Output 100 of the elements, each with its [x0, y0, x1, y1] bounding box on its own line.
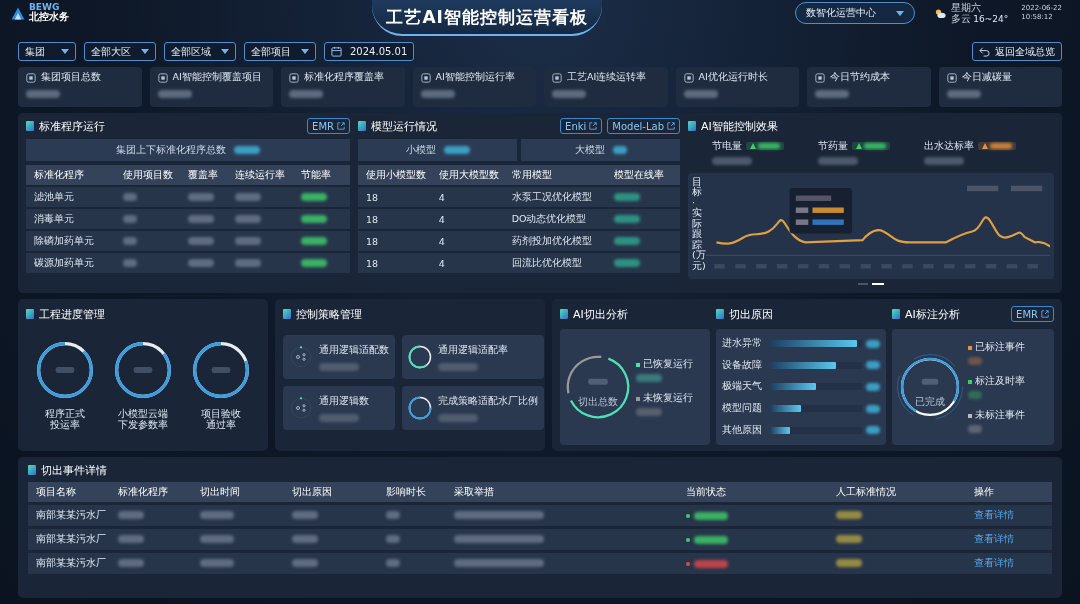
kpi-icon: [420, 72, 431, 83]
gauge-label: 程序正式: [45, 408, 85, 420]
kpi-label: AI优化运行时长: [698, 71, 768, 84]
column-header: 覆盖率: [188, 168, 219, 182]
back-button[interactable]: 返回全域总览: [972, 42, 1062, 61]
table-cell-text: 18: [366, 213, 380, 225]
section-title: 标准程序运行: [39, 118, 105, 134]
donut-label: 切出总数: [577, 395, 619, 410]
blurred-value: [420, 90, 455, 98]
emr-link[interactable]: EMR: [1011, 306, 1054, 322]
legend-item: [966, 185, 998, 192]
blurred-value: [300, 214, 327, 223]
section-icon: [688, 121, 696, 131]
blurred-value: [122, 236, 137, 245]
gauge-label: 项目验收: [201, 408, 241, 420]
blurred-value: [866, 426, 880, 435]
external-link[interactable]: Enki: [560, 118, 603, 134]
blurred-value: [438, 413, 478, 422]
kpi-icon: [683, 72, 694, 83]
external-link[interactable]: Model-Lab: [607, 118, 680, 134]
progress-ring: [896, 353, 964, 421]
column-header: 使用项目数: [122, 168, 174, 182]
blurred-value: [694, 559, 728, 568]
table-cell-text: 4: [438, 235, 446, 247]
kpi-icon: [289, 72, 299, 83]
donut-label: 已完成: [914, 395, 946, 410]
blurred-value: [613, 258, 640, 267]
table-cell-text: 南部某某污水厂: [36, 533, 107, 546]
calendar-icon: [331, 46, 342, 57]
blurred-value: [188, 214, 214, 223]
column-header: 使用小模型数: [366, 168, 427, 182]
legend-label: 已标注事件: [975, 341, 1025, 354]
table-cell-text: DO动态优化模型: [511, 212, 588, 226]
blurred-value: [924, 157, 964, 165]
filter-dropdown[interactable]: 全部区域: [164, 42, 236, 61]
page-indicator[interactable]: [872, 283, 884, 285]
blurred-value: [866, 404, 880, 413]
blurred-value: [968, 357, 982, 365]
section-title: 切出原因: [729, 306, 773, 322]
external-link-icon: [667, 122, 675, 130]
section-title: 切出事件详情: [41, 462, 107, 478]
details-link[interactable]: 查看详情: [974, 533, 1044, 546]
stat-label: 通用逻辑适配率: [438, 343, 508, 357]
date-picker[interactable]: 2024.05.01: [324, 42, 415, 61]
section-icon: [892, 309, 900, 319]
axis-label: 目标·实际跟踪(万元): [691, 177, 706, 273]
table-cell-text: 18: [366, 235, 380, 247]
page-indicator[interactable]: [858, 283, 868, 285]
legend-item: [1010, 185, 1042, 192]
kpi-label: AI智能控制运行率: [435, 71, 515, 84]
blurred-value: [188, 236, 214, 245]
details-link[interactable]: 查看详情: [974, 557, 1044, 570]
kpi-label: 工艺AI连续运转率: [567, 71, 647, 84]
donut-chart: [564, 353, 632, 421]
blurred-value: [289, 90, 323, 98]
blurred-value: [386, 535, 400, 543]
emr-link[interactable]: EMR: [307, 118, 350, 134]
column-header: 节能率: [300, 168, 332, 182]
table-cell-text: 回流比优化模型: [511, 256, 583, 270]
legend-label: 已恢复运行: [643, 358, 693, 371]
metric-label: 出水达标率: [924, 139, 974, 153]
column-header: 当前状态: [686, 485, 727, 499]
filter-dropdown[interactable]: 全部大区: [84, 42, 156, 61]
details-link[interactable]: 查看详情: [974, 509, 1044, 522]
gauge-label: 小模型云端: [118, 408, 168, 420]
table-cell-text: 4: [438, 191, 446, 203]
section-title: AI智能控制效果: [701, 118, 778, 134]
blurred-value: [319, 413, 359, 422]
blurred-value: [234, 146, 260, 154]
blurred-value: [613, 214, 640, 223]
kpi-icon: [815, 72, 825, 83]
bar-label: 设备故障: [722, 358, 763, 372]
return-icon: [979, 46, 990, 57]
bar-label: 极端天气: [722, 380, 763, 394]
blurred-value: [636, 408, 662, 416]
table-cell-text: 南部某某污水厂: [36, 509, 107, 522]
blurred-value: [235, 236, 262, 245]
section-title: 控制策略管理: [296, 306, 362, 322]
blurred-value: [26, 90, 60, 98]
caret-icon: [301, 49, 309, 54]
blurred-value: [292, 535, 318, 543]
center-dropdown[interactable]: 数智化运营中心: [795, 2, 916, 25]
metric-label: 节电量: [712, 139, 742, 153]
caret-icon: [141, 49, 149, 54]
filter-dropdown[interactable]: 集团: [18, 42, 76, 61]
chart-tooltip: [789, 187, 852, 234]
blurred-value: [613, 192, 640, 201]
weekday: 星期六: [951, 2, 983, 13]
blurred-value: [552, 90, 586, 98]
section-icon: [28, 465, 36, 475]
blurred-value: [836, 559, 862, 567]
company-logo: BEWG 北控水务: [10, 3, 69, 22]
blurred-value: [712, 157, 752, 165]
column-header: 项目名称: [36, 485, 77, 499]
section-icon: [560, 309, 568, 319]
blurred-value: [188, 258, 214, 267]
column-header: 切出时间: [200, 485, 241, 499]
filter-dropdown[interactable]: 全部项目: [244, 42, 316, 61]
external-link-icon: [589, 122, 598, 130]
blurred-value: [235, 258, 262, 267]
